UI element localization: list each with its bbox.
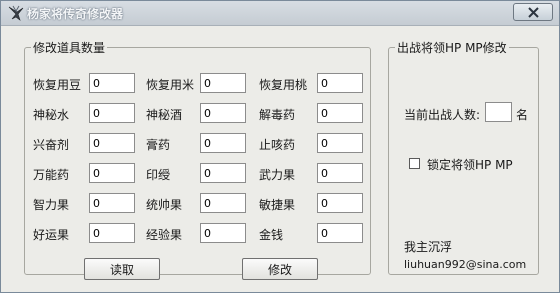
item-label: 经验果 bbox=[146, 228, 183, 242]
item-quantity-input[interactable] bbox=[89, 163, 135, 183]
item-quantity-group: 修改道具数量 恢复用豆 恢复用米 恢复用桃神秘水 神秘酒 解毒药兴奋剂 膏药 止咳药万能药 印… bbox=[24, 39, 371, 280]
item-quantity-input[interactable] bbox=[317, 73, 363, 93]
item-quantity-input[interactable] bbox=[200, 163, 246, 183]
battle-count-unit: 名 bbox=[516, 108, 529, 122]
item-quantity-input[interactable] bbox=[317, 103, 363, 123]
item-quantity-input[interactable] bbox=[317, 163, 363, 183]
item-label: 金钱 bbox=[259, 228, 284, 242]
item-quantity-input[interactable] bbox=[89, 103, 135, 123]
item-label: 解毒药 bbox=[259, 108, 296, 122]
general-hpmp-legend: 出战将领HP MP修改 bbox=[397, 41, 507, 55]
item-label: 恢复用豆 bbox=[33, 78, 82, 92]
general-hpmp-group: 出战将领HP MP修改 当前出战人数: 名 锁定将领HP MP 我主沉浮 liu… bbox=[388, 39, 539, 275]
item-label: 恢复用桃 bbox=[259, 78, 308, 92]
item-quantity-input[interactable] bbox=[200, 223, 246, 243]
item-quantity-input[interactable] bbox=[89, 133, 135, 153]
item-quantity-input[interactable] bbox=[317, 133, 363, 153]
battle-count-label: 当前出战人数: bbox=[404, 108, 481, 122]
item-quantity-input[interactable] bbox=[89, 223, 135, 243]
item-quantity-input[interactable] bbox=[200, 73, 246, 93]
battle-count-input[interactable] bbox=[485, 102, 512, 122]
item-quantity-input[interactable] bbox=[317, 193, 363, 213]
item-quantity-input[interactable] bbox=[200, 103, 246, 123]
app-icon bbox=[8, 5, 24, 21]
item-label: 统帅果 bbox=[146, 198, 183, 212]
item-label: 神秘酒 bbox=[146, 108, 183, 122]
close-icon bbox=[528, 7, 539, 18]
client-area: 修改道具数量 恢复用豆 恢复用米 恢复用桃神秘水 神秘酒 解毒药兴奋剂 膏药 止咳药万能药 印… bbox=[1, 26, 559, 292]
item-quantity-input[interactable] bbox=[89, 193, 135, 213]
item-quantity-input[interactable] bbox=[200, 193, 246, 213]
main-window: 杨家将传奇修改器 修改道具数量 恢复用豆 恢复用米 恢复用桃神秘水 神秘酒 解毒药兴奋剂… bbox=[0, 0, 560, 293]
item-label: 印绶 bbox=[146, 168, 171, 182]
lock-hpmp-checkbox[interactable] bbox=[409, 158, 420, 169]
item-label: 敏捷果 bbox=[259, 198, 296, 212]
modify-button[interactable]: 修改 bbox=[242, 258, 318, 280]
item-label: 兴奋剂 bbox=[33, 138, 70, 152]
window-title: 杨家将传奇修改器 bbox=[27, 7, 124, 21]
item-label: 武力果 bbox=[259, 168, 296, 182]
item-label: 止咳药 bbox=[259, 138, 296, 152]
item-label: 万能药 bbox=[33, 168, 70, 182]
item-label: 膏药 bbox=[146, 138, 171, 152]
item-label: 恢复用米 bbox=[146, 78, 195, 92]
item-quantity-input[interactable] bbox=[317, 223, 363, 243]
item-label: 神秘水 bbox=[33, 108, 70, 122]
author-name: 我主沉浮 bbox=[404, 240, 453, 254]
item-label: 好运果 bbox=[33, 228, 70, 242]
read-button[interactable]: 读取 bbox=[84, 258, 160, 280]
title-bar[interactable]: 杨家将传奇修改器 bbox=[1, 1, 559, 26]
close-button[interactable] bbox=[513, 3, 553, 21]
lock-hpmp-label: 锁定将领HP MP bbox=[427, 158, 513, 172]
item-quantity-input[interactable] bbox=[89, 73, 135, 93]
item-quantity-input[interactable] bbox=[200, 133, 246, 153]
author-email: liuhuan992@sina.com bbox=[404, 258, 527, 271]
item-label: 智力果 bbox=[33, 198, 70, 212]
item-quantity-legend: 修改道具数量 bbox=[33, 41, 106, 55]
